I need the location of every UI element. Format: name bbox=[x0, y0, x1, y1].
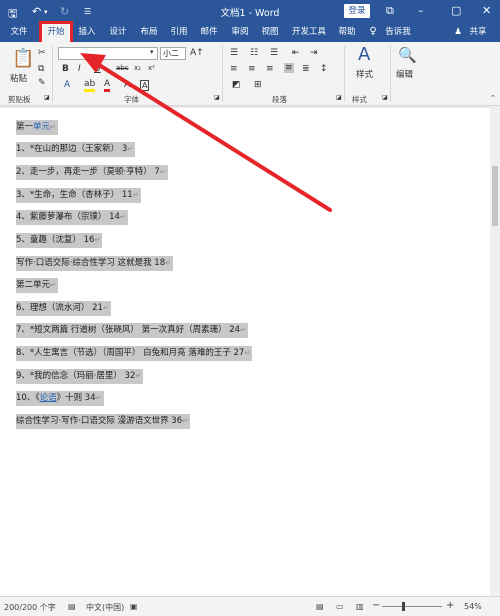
zoom-out-button[interactable]: − bbox=[372, 600, 380, 611]
web-layout-icon[interactable]: ▥ bbox=[356, 602, 364, 611]
annotation-arrow bbox=[80, 53, 332, 212]
proofing-icon[interactable]: ▤ bbox=[68, 602, 76, 611]
arrow-head bbox=[80, 53, 106, 73]
language-status[interactable]: 中文(中国) bbox=[86, 602, 124, 613]
print-layout-icon[interactable]: ▭ bbox=[336, 602, 344, 611]
word-count[interactable]: 200/200 个字 bbox=[4, 602, 56, 613]
zoom-level[interactable]: 54% bbox=[464, 602, 482, 611]
zoom-slider-thumb[interactable] bbox=[402, 602, 405, 611]
read-mode-icon[interactable]: ▤ bbox=[316, 602, 324, 611]
arrow-shaft bbox=[86, 56, 332, 212]
zoom-slider[interactable] bbox=[382, 606, 442, 607]
zoom-in-button[interactable]: + bbox=[446, 600, 454, 611]
macro-record-icon[interactable]: ▣ bbox=[130, 602, 138, 611]
status-bar: 200/200 个字 ▤ 中文(中国) ▣ ▤ ▭ ▥ − + 54% bbox=[0, 596, 500, 616]
